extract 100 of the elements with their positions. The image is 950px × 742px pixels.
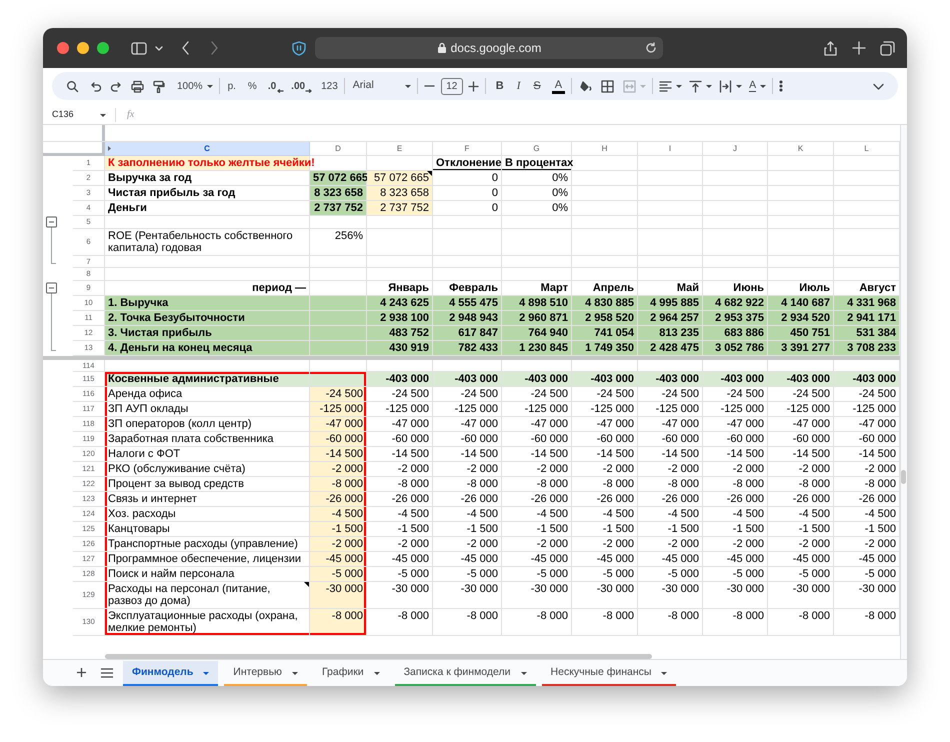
share-icon[interactable] [823, 40, 838, 56]
currency-format-button[interactable]: р. [228, 78, 236, 94]
caret-icon[interactable] [705, 83, 712, 89]
caret-icon[interactable] [759, 83, 766, 89]
sheet-tab[interactable]: Интервью [224, 661, 307, 686]
table-cell: -2 000 [572, 537, 638, 552]
table-cell: 2 934 520 [768, 310, 834, 326]
table-cell [638, 201, 703, 216]
text-color-button[interactable]: A [552, 78, 566, 94]
menu-icon[interactable] [101, 668, 113, 678]
collapse-toolbar-icon[interactable] [873, 82, 884, 90]
font-size-field[interactable]: 12 [440, 78, 463, 94]
strikethrough-button[interactable]: S [533, 78, 541, 94]
vertical-align-icon[interactable] [689, 80, 702, 92]
percent-format-button[interactable]: % [248, 78, 257, 94]
decrease-decimal-button[interactable]: .0 [268, 78, 276, 94]
table-cell: -14 500 [310, 447, 367, 462]
forward-icon[interactable] [209, 41, 219, 55]
zoom-dropdown[interactable]: 100% [177, 78, 213, 94]
back-icon[interactable] [181, 41, 191, 55]
table-cell: -24 500 [502, 387, 572, 402]
text-rotation-button[interactable]: A [749, 80, 756, 92]
align-left-icon[interactable] [659, 80, 672, 92]
fill-color-icon[interactable] [580, 80, 592, 92]
font-dropdown[interactable]: Arial [352, 78, 411, 94]
print-icon[interactable] [131, 80, 144, 92]
shield-icon[interactable] [292, 40, 306, 56]
sidebar-icon[interactable] [131, 40, 147, 56]
close-button[interactable] [57, 42, 69, 54]
table-cell: 1. Выручка [105, 296, 310, 310]
table-cell: Косвенные административные [105, 372, 310, 387]
italic-button[interactable]: I [516, 78, 520, 94]
caret-icon[interactable] [660, 670, 668, 676]
table-cell: -5 000 [310, 567, 367, 582]
caret-icon[interactable] [735, 83, 742, 89]
paint-format-icon[interactable] [152, 80, 165, 92]
sheet-tab[interactable]: Финмодель [123, 661, 218, 686]
borders-icon[interactable] [601, 80, 614, 92]
undo-icon[interactable] [89, 80, 102, 92]
collapse-group-button[interactable] [46, 282, 57, 294]
caret-icon[interactable] [372, 670, 380, 676]
table-cell: 256% [310, 228, 367, 256]
table-cell: -8 000 [367, 477, 433, 492]
table-cell: 450 751 [768, 326, 834, 340]
table-cell: -5 000 [502, 567, 572, 582]
add-sheet-icon[interactable] [76, 667, 87, 678]
column-header[interactable]: D [310, 142, 367, 156]
sheet-tab[interactable]: Графики [312, 661, 389, 686]
column-header[interactable]: E [367, 142, 433, 156]
lock-icon [436, 42, 447, 54]
column-header[interactable]: J [703, 142, 768, 156]
name-box[interactable]: C136 [52, 108, 106, 122]
plus-icon[interactable] [468, 80, 479, 92]
address-bar[interactable]: docs.google.com [315, 37, 663, 59]
collapse-group-button[interactable] [46, 216, 57, 228]
vertical-scrollbar[interactable] [901, 470, 906, 484]
caret-icon[interactable] [404, 83, 411, 89]
bold-button[interactable]: B [496, 78, 504, 94]
minimize-button[interactable] [77, 42, 89, 54]
sheet-tab[interactable]: Нескучные финансы [542, 661, 676, 686]
column-header[interactable]: G [502, 142, 572, 156]
merge-cells-icon[interactable] [623, 80, 636, 92]
table-cell: -5 000 [433, 567, 502, 582]
more-options-icon[interactable] [779, 80, 784, 92]
reload-icon[interactable] [645, 42, 657, 54]
search-icon[interactable] [66, 80, 79, 92]
caret-icon[interactable] [206, 83, 213, 89]
increase-decimal-button[interactable]: .00 [291, 78, 306, 94]
comment-marker[interactable] [427, 171, 432, 176]
caret-icon[interactable] [675, 83, 682, 89]
table-cell: -24 500 [703, 387, 768, 402]
caret-icon[interactable] [520, 670, 527, 676]
table-cell: -8 000 [433, 477, 502, 492]
sheet-tab[interactable]: Записка к финмодели [394, 661, 536, 686]
column-header[interactable]: H [572, 142, 638, 156]
tabs-overview-icon[interactable] [880, 40, 895, 56]
table-cell [310, 326, 367, 340]
number-format-button[interactable]: 123 [321, 78, 338, 94]
chevron-down-icon[interactable] [154, 44, 164, 52]
table-cell [572, 201, 638, 216]
horizontal-scrollbar[interactable] [105, 654, 652, 659]
table-cell: -403 000 [638, 372, 703, 387]
table-cell [367, 228, 433, 256]
column-header[interactable]: C [105, 142, 310, 156]
table-cell: -45 000 [502, 552, 572, 567]
column-header[interactable]: F [433, 142, 502, 156]
redo-icon[interactable] [110, 80, 123, 92]
table-cell: 3 052 786 [703, 340, 768, 356]
column-header[interactable]: L [834, 142, 900, 156]
caret-icon[interactable] [99, 112, 106, 118]
text-wrap-icon[interactable] [719, 80, 732, 92]
table-cell: Отклонение [433, 156, 502, 171]
table-cell: -24 500 [638, 387, 703, 402]
caret-icon[interactable] [290, 670, 298, 676]
expand-group-icon[interactable] [107, 145, 112, 152]
zoom-button[interactable] [97, 42, 109, 54]
column-header[interactable]: I [638, 142, 703, 156]
caret-icon[interactable] [202, 670, 210, 676]
table-cell [703, 268, 768, 280]
column-header[interactable]: K [768, 142, 834, 156]
